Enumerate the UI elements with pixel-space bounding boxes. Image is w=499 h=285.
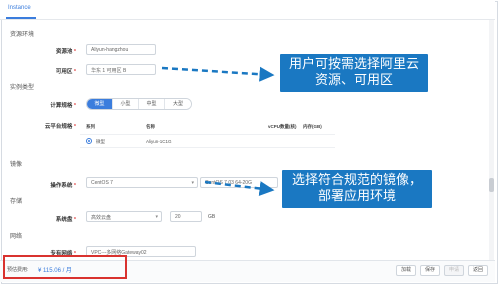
scrollbar-thumb[interactable] [489,178,494,192]
arrow-to-callout-1 [161,66,275,82]
price-label: 预估费用: [7,267,29,273]
price-value: ¥ 115.06 / 月 [38,268,72,274]
load-button[interactable]: 加载 [396,265,416,276]
save-button[interactable]: 保存 [420,265,440,276]
callout-arrows [161,66,275,196]
back-button[interactable]: 返回 [468,265,488,276]
callout-resource-zone: 用户可按需选择阿里云资源、可用区 [280,54,428,92]
arrow-to-callout-2 [204,180,275,196]
apply-button[interactable]: 申请 [444,265,464,276]
callout-image-select: 选择符合规范的镜像，部署应用环境 [282,170,432,208]
scrollbar-track[interactable] [489,20,494,260]
